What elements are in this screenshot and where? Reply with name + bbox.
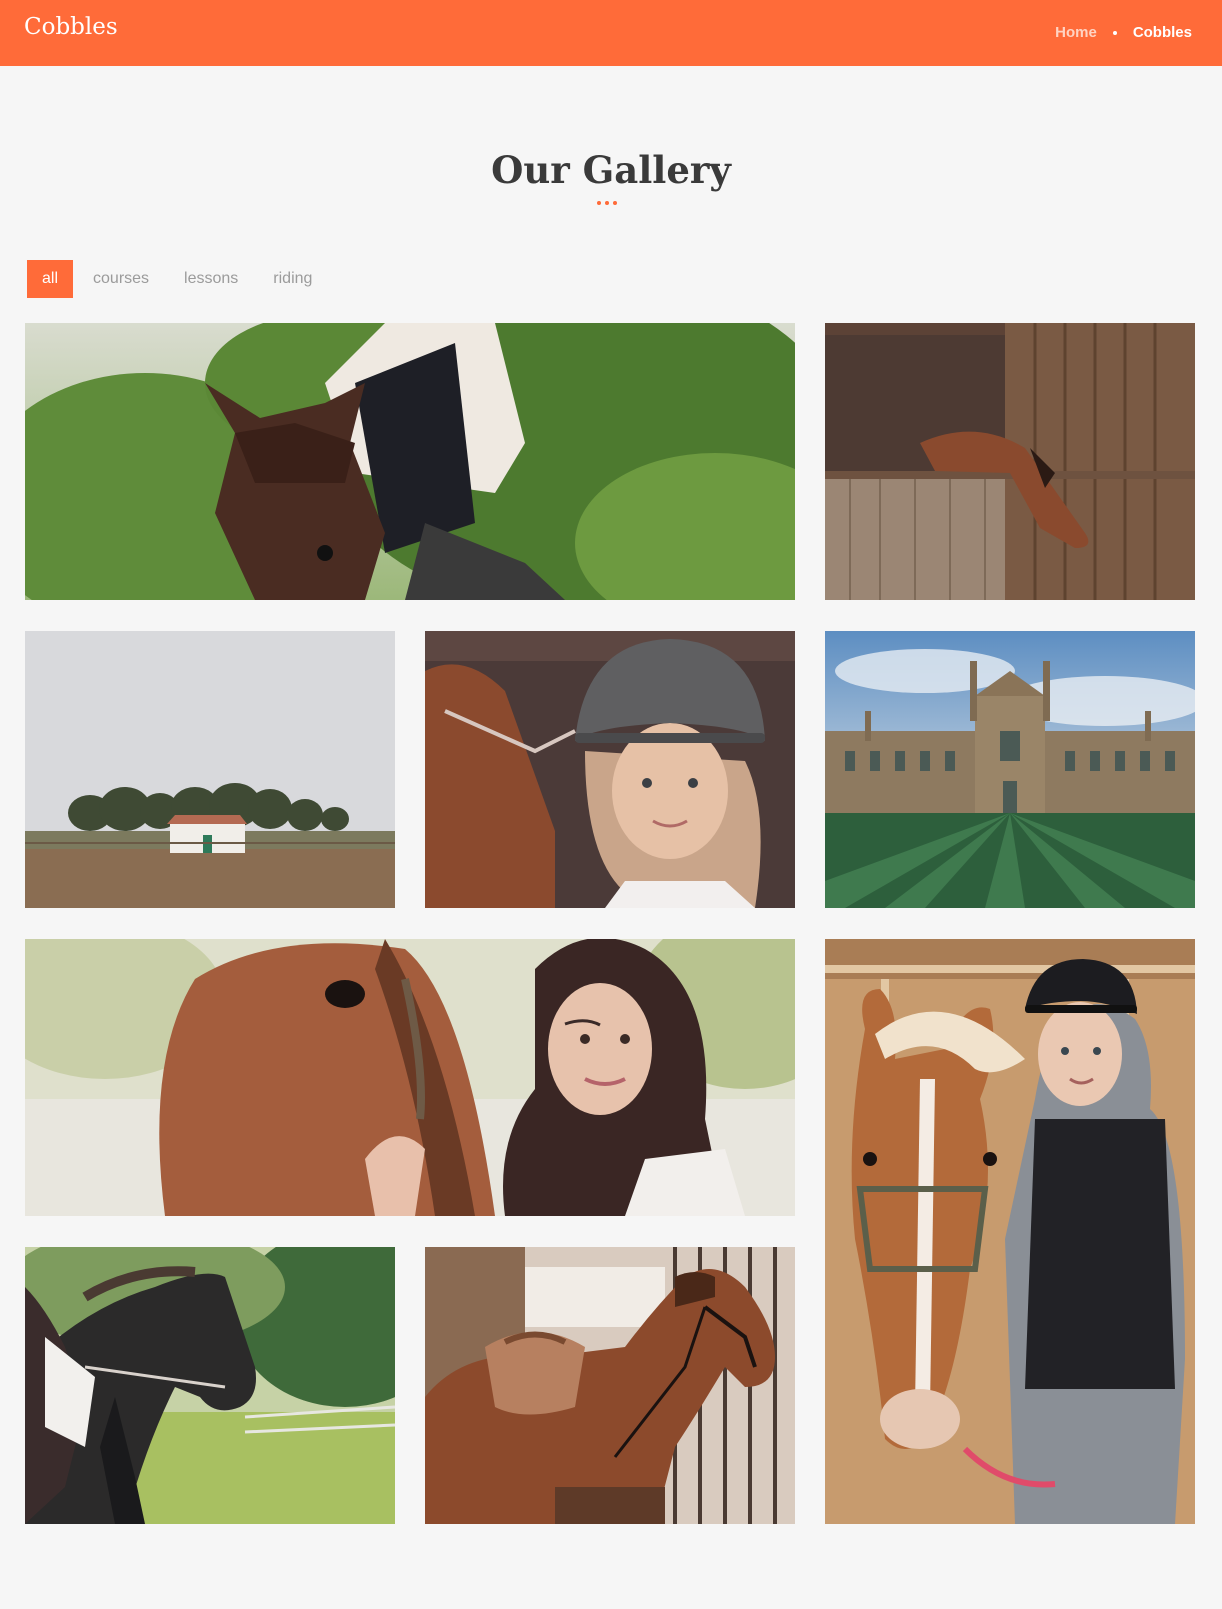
gallery-image-girl-helmet[interactable]: [425, 631, 795, 908]
girl-with-pony-image: [825, 939, 1195, 1524]
filter-riding[interactable]: riding: [273, 260, 312, 298]
gallery-image-woman-with-horse[interactable]: [25, 939, 795, 1216]
filter-courses[interactable]: courses: [93, 260, 149, 298]
site-logo[interactable]: Cobbles: [24, 14, 118, 40]
gallery-image-rider-dark-horse[interactable]: [25, 1247, 395, 1524]
rider-dark-horse-image: [25, 1247, 395, 1524]
breadcrumb-separator: [1112, 30, 1117, 35]
gallery-image-girl-riding-horse[interactable]: [25, 323, 795, 600]
gallery-image-saddled-horse[interactable]: [425, 1247, 795, 1524]
breadcrumb: Home Cobbles: [1055, 24, 1192, 41]
breadcrumb-home-link[interactable]: Home: [1055, 24, 1097, 41]
page-title: Our Gallery: [491, 148, 731, 192]
woman-with-horse-image: [25, 939, 795, 1216]
gallery-image-college-building[interactable]: [825, 631, 1195, 908]
gallery-image-girl-with-pony[interactable]: [825, 939, 1195, 1524]
girl-riding-horse-image: [25, 323, 795, 600]
filter-all[interactable]: all: [27, 260, 74, 298]
horse-stable-door-image: [825, 323, 1195, 600]
gallery-filters: all courses lessons riding: [27, 260, 312, 298]
breadcrumb-current: Cobbles: [1132, 24, 1192, 41]
college-building-image: [825, 631, 1195, 908]
saddled-horse-image: [425, 1247, 795, 1524]
filter-lessons[interactable]: lessons: [184, 260, 238, 298]
title-divider: [597, 201, 617, 205]
top-bar: Cobbles Home Cobbles: [0, 0, 1222, 66]
girl-helmet-image: [425, 631, 795, 908]
gallery-image-farmhouse-field[interactable]: [25, 631, 395, 908]
gallery-image-horse-stable-door[interactable]: [825, 323, 1195, 600]
farmhouse-field-image: [25, 631, 395, 908]
